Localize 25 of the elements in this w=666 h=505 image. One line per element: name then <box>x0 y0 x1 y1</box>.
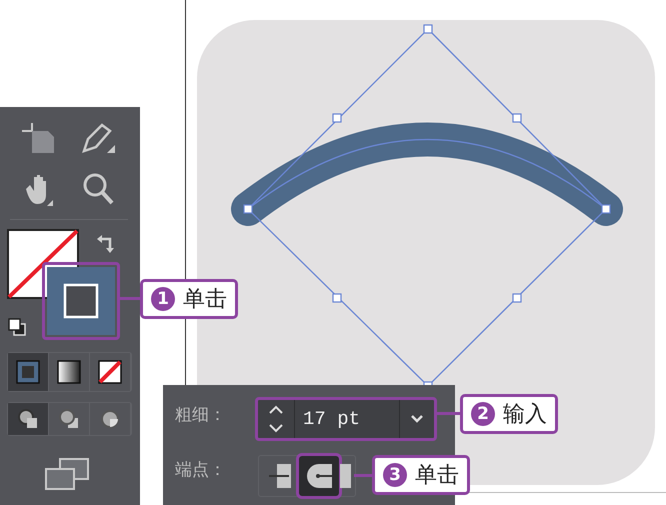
draw-mode-button[interactable] <box>8 403 49 435</box>
square-cap-icon <box>339 463 351 489</box>
callout-text: 单击 <box>183 286 227 314</box>
weight-value: 17 pt <box>294 400 400 438</box>
gradient-icon <box>57 360 81 384</box>
default-colors-icon[interactable] <box>7 317 27 337</box>
butt-cap-icon <box>267 463 291 489</box>
callout-text: 单击 <box>415 462 459 490</box>
weight-field[interactable]: 17 pt <box>255 397 437 441</box>
color-icon <box>16 360 40 384</box>
weight-label: 粗细： <box>175 404 226 426</box>
dropdown-caret-icon[interactable] <box>410 414 424 424</box>
draw-normal-icon <box>17 408 39 430</box>
round-cap-icon <box>306 463 332 489</box>
draw-behind-icon <box>58 408 80 430</box>
screen-mode-icon[interactable] <box>44 457 90 491</box>
cap-label: 端点： <box>175 459 226 481</box>
step-number: 3 <box>383 463 407 487</box>
step-number: 2 <box>471 402 495 426</box>
color-mode-button[interactable] <box>8 353 49 391</box>
none-swatch-icon <box>98 360 122 384</box>
cap-button[interactable] <box>299 456 339 496</box>
stroke-swatch[interactable] <box>47 267 115 335</box>
callout-text: 输入 <box>503 401 547 429</box>
step-number: 1 <box>151 287 175 311</box>
